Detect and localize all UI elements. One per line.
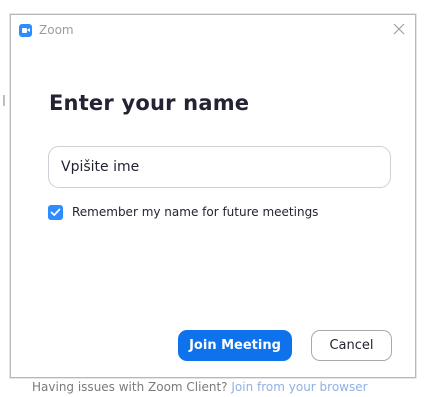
check-icon [50, 208, 61, 216]
close-icon-glyph [393, 23, 405, 35]
remember-name-label: Remember my name for future meetings [72, 205, 319, 219]
titlebar: Zoom [11, 15, 415, 47]
window-title: Zoom [39, 23, 74, 37]
screen: l Having issues with Zoom Client? Join f… [0, 0, 424, 397]
background-fragment: l [2, 94, 6, 110]
zoom-app-icon [19, 24, 32, 37]
cancel-button[interactable]: Cancel [311, 330, 392, 361]
dialog-heading: Enter your name [49, 91, 250, 115]
background-browser-link[interactable]: Join from your browser [231, 380, 367, 394]
join-meeting-button[interactable]: Join Meeting [178, 330, 292, 361]
remember-name-option[interactable]: Remember my name for future meetings [48, 203, 318, 221]
remember-name-checkbox[interactable] [48, 204, 63, 220]
enter-name-dialog: Zoom Enter your name Remember my name fo… [10, 14, 416, 378]
background-footer: Having issues with Zoom Client? Join fro… [32, 380, 368, 394]
name-input[interactable] [48, 146, 391, 188]
close-icon[interactable] [391, 21, 407, 37]
background-footer-text: Having issues with Zoom Client? [32, 380, 228, 394]
